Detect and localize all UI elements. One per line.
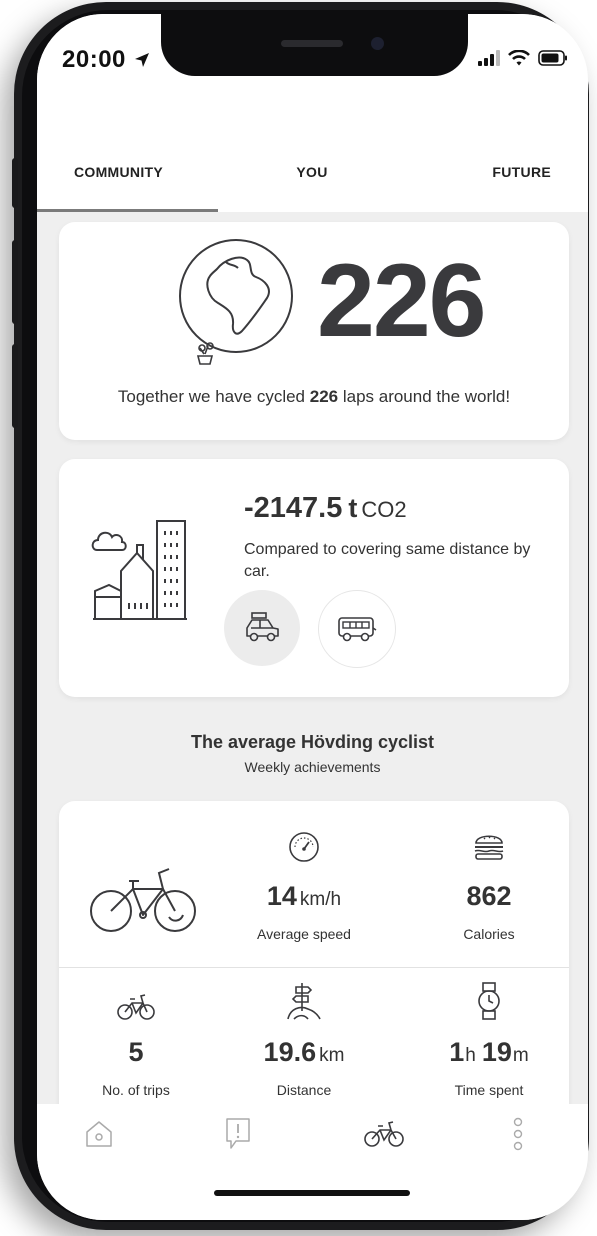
signal-icon xyxy=(478,50,500,66)
app-screen: 20:00 COMMUNITY YOU FUTURE 226 Together … xyxy=(37,14,588,1220)
average-speed-label: Average speed xyxy=(257,926,351,942)
calories-value: 862 xyxy=(466,881,512,911)
stats-divider xyxy=(59,967,569,968)
compare-car-button[interactable] xyxy=(224,590,300,666)
time-minutes: 19 xyxy=(481,1037,512,1067)
tab-future[interactable]: FUTURE xyxy=(451,162,551,212)
co2-description: Compared to covering same distance by ca… xyxy=(244,541,531,580)
laps-text-after: laps around the world! xyxy=(338,387,511,406)
speedometer-icon xyxy=(289,832,319,862)
battery-icon xyxy=(538,50,567,66)
tab-you[interactable]: YOU xyxy=(262,162,362,212)
bus-icon xyxy=(338,617,377,642)
weekly-stats-card: 14 km/h Average speed 862 Calories 5 No. … xyxy=(59,801,569,1131)
bicycle-illustration-icon xyxy=(90,868,196,932)
distance-stat: 19.6 km Distance xyxy=(239,981,369,1098)
wifi-icon xyxy=(508,50,530,66)
co2-unit: t xyxy=(348,493,358,523)
tab-future-label: FUTURE xyxy=(492,164,551,180)
front-camera xyxy=(371,37,384,50)
location-arrow-icon xyxy=(135,53,150,67)
nav-ride[interactable] xyxy=(364,1114,404,1154)
calories-stat: 862 Calories xyxy=(424,829,554,942)
alert-icon xyxy=(226,1118,250,1149)
weekly-achievements-subtitle: Weekly achievements xyxy=(244,759,381,775)
time-spent-value: 1h 19m xyxy=(424,1037,554,1068)
more-icon xyxy=(513,1117,523,1151)
active-tab-indicator xyxy=(37,209,218,212)
trips-label: No. of trips xyxy=(102,1082,170,1098)
status-time-text: 20:00 xyxy=(62,46,126,73)
distance-unit: km xyxy=(319,1045,345,1066)
distance-value: 19.6 km xyxy=(239,1037,369,1068)
tab-you-label: YOU xyxy=(296,164,328,180)
status-time: 20:00 xyxy=(62,46,151,74)
wristwatch-icon xyxy=(478,982,500,1020)
mute-switch xyxy=(12,158,18,208)
car-icon xyxy=(246,612,279,642)
signpost-icon xyxy=(287,983,321,1020)
volume-down-button xyxy=(12,344,18,428)
tab-bar: COMMUNITY YOU FUTURE xyxy=(37,162,588,212)
time-hours-unit: h xyxy=(465,1045,476,1066)
bicycle-icon xyxy=(364,1121,404,1147)
co2-gas: CO2 xyxy=(361,497,407,522)
speaker-grille xyxy=(281,40,343,47)
nav-alerts[interactable] xyxy=(218,1114,258,1154)
globe-balloon-icon xyxy=(179,239,293,365)
laps-text-before: Together we have cycled xyxy=(117,387,310,406)
home-indicator[interactable] xyxy=(214,1190,410,1196)
app-header: 20:00 COMMUNITY YOU FUTURE xyxy=(37,14,588,212)
time-spent-stat: 1h 19m Time spent xyxy=(424,981,554,1098)
bottom-navigation xyxy=(37,1104,588,1220)
distance-number: 19.6 xyxy=(263,1037,317,1067)
home-icon xyxy=(86,1121,112,1147)
compare-bus-button[interactable] xyxy=(318,590,396,668)
average-speed-value: 14 km/h xyxy=(239,881,369,912)
tab-community[interactable]: COMMUNITY xyxy=(74,162,174,212)
laps-count: 226 xyxy=(317,243,487,359)
laps-text-count: 226 xyxy=(309,387,339,406)
time-spent-label: Time spent xyxy=(454,1082,524,1098)
nav-home[interactable] xyxy=(79,1114,119,1154)
trips-stat: 5 No. of trips xyxy=(76,993,196,1098)
laps-card: 226 Together we have cycled 226 laps aro… xyxy=(59,222,569,440)
volume-up-button xyxy=(12,240,18,324)
laps-description: Together we have cycled 226 laps around … xyxy=(59,387,569,407)
small-bicycle-icon xyxy=(117,994,155,1020)
calories-label: Calories xyxy=(463,926,515,942)
average-cyclist-title: The average Hövding cyclist xyxy=(190,732,435,752)
average-speed-number: 14 xyxy=(266,881,297,911)
phone-notch xyxy=(161,14,468,76)
co2-card: -2147.5 t CO2 Compared to covering same di… xyxy=(59,459,569,697)
trips-value: 5 xyxy=(128,1037,144,1067)
nav-more[interactable] xyxy=(498,1114,538,1154)
burger-icon xyxy=(474,835,504,860)
co2-value-number: -2147.5 xyxy=(244,492,343,524)
average-speed-stat: 14 km/h Average speed xyxy=(239,831,369,942)
time-hours: 1 xyxy=(449,1037,465,1067)
co2-value: -2147.5 t CO2 xyxy=(244,492,407,525)
time-minutes-unit: m xyxy=(512,1045,529,1066)
tab-community-label: COMMUNITY xyxy=(74,164,164,180)
city-buildings-icon xyxy=(91,520,187,620)
distance-label: Distance xyxy=(276,1082,332,1098)
status-icons xyxy=(478,50,568,66)
average-speed-unit: km/h xyxy=(299,889,342,910)
